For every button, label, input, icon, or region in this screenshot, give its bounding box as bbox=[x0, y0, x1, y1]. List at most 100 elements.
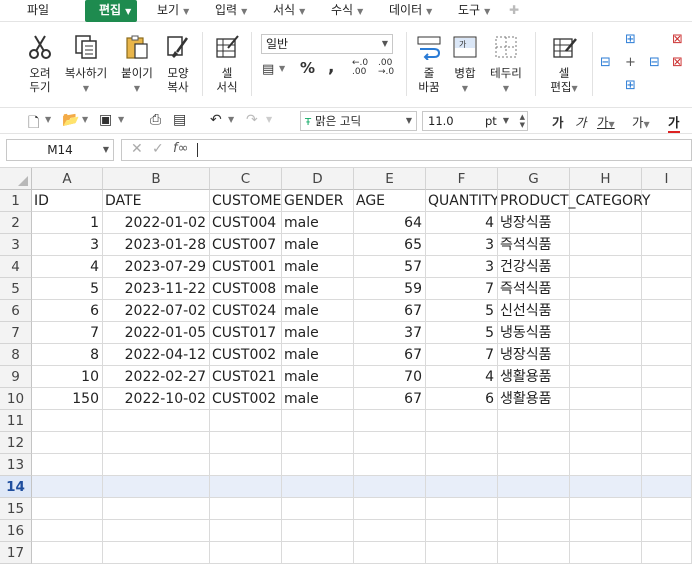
row-header[interactable]: 15 bbox=[0, 498, 32, 520]
cell-c14[interactable] bbox=[210, 476, 282, 498]
cell-d9[interactable]: male bbox=[282, 366, 354, 388]
cell-h4[interactable] bbox=[570, 256, 642, 278]
cell-g10[interactable]: 생활용품 bbox=[498, 388, 570, 410]
cell-a6[interactable]: 6 bbox=[32, 300, 103, 322]
cell-h8[interactable] bbox=[570, 344, 642, 366]
cell-c10[interactable]: CUST002 bbox=[210, 388, 282, 410]
cell-e10[interactable]: 67 bbox=[354, 388, 426, 410]
cell-i14[interactable] bbox=[642, 476, 692, 498]
cell-b10[interactable]: 2022-10-02 bbox=[103, 388, 210, 410]
cell-g9[interactable]: 생활용품 bbox=[498, 366, 570, 388]
cell-d3[interactable]: male bbox=[282, 234, 354, 256]
format-painter-button[interactable]: 모양 복사 bbox=[160, 34, 196, 94]
cell-b8[interactable]: 2022-04-12 bbox=[103, 344, 210, 366]
cell-a14[interactable] bbox=[32, 476, 103, 498]
cell-d1[interactable]: GENDER bbox=[282, 190, 354, 212]
cell-e7[interactable]: 37 bbox=[354, 322, 426, 344]
cell-a8[interactable]: 8 bbox=[32, 344, 103, 366]
row-header[interactable]: 16 bbox=[0, 520, 32, 542]
cell-e3[interactable]: 65 bbox=[354, 234, 426, 256]
cell-d13[interactable] bbox=[282, 454, 354, 476]
cell-b9[interactable]: 2022-02-27 bbox=[103, 366, 210, 388]
row-header[interactable]: 3 bbox=[0, 234, 32, 256]
menu-data[interactable]: 데이터 ▼ bbox=[389, 0, 432, 22]
cell-format-button[interactable]: 셀 서식 bbox=[210, 34, 244, 94]
cell-d4[interactable]: male bbox=[282, 256, 354, 278]
cell-f7[interactable]: 5 bbox=[426, 322, 498, 344]
cell-e17[interactable] bbox=[354, 542, 426, 564]
cell-a17[interactable] bbox=[32, 542, 103, 564]
cell-b3[interactable]: 2023-01-28 bbox=[103, 234, 210, 256]
cell-f6[interactable]: 5 bbox=[426, 300, 498, 322]
select-all-corner[interactable] bbox=[0, 168, 32, 190]
cell-b12[interactable] bbox=[103, 432, 210, 454]
cell-f1[interactable]: QUANTITY bbox=[426, 190, 498, 212]
cell-a13[interactable] bbox=[32, 454, 103, 476]
cell-f9[interactable]: 4 bbox=[426, 366, 498, 388]
cell-h13[interactable] bbox=[570, 454, 642, 476]
cell-e6[interactable]: 67 bbox=[354, 300, 426, 322]
cell-f13[interactable] bbox=[426, 454, 498, 476]
cell-a4[interactable]: 4 bbox=[32, 256, 103, 278]
cell-a12[interactable] bbox=[32, 432, 103, 454]
cell-f10[interactable]: 6 bbox=[426, 388, 498, 410]
row-header[interactable]: 10 bbox=[0, 388, 32, 410]
chevron-down-icon[interactable]: ▼ bbox=[266, 115, 272, 124]
cell-g11[interactable] bbox=[498, 410, 570, 432]
cell-e9[interactable]: 70 bbox=[354, 366, 426, 388]
cell-d10[interactable]: male bbox=[282, 388, 354, 410]
cell-e14[interactable] bbox=[354, 476, 426, 498]
cell-i13[interactable] bbox=[642, 454, 692, 476]
cell-a11[interactable] bbox=[32, 410, 103, 432]
cell-f17[interactable] bbox=[426, 542, 498, 564]
font-family-select[interactable]: Ŧ 맑은 고딕 ▼ bbox=[300, 111, 417, 131]
cell-a2[interactable]: 1 bbox=[32, 212, 103, 234]
copy-button[interactable]: 복사하기 ▼ bbox=[62, 34, 110, 96]
cell-i3[interactable] bbox=[642, 234, 692, 256]
column-header-i[interactable]: I bbox=[642, 168, 692, 190]
cell-e8[interactable]: 67 bbox=[354, 344, 426, 366]
cell-f12[interactable] bbox=[426, 432, 498, 454]
cell-g13[interactable] bbox=[498, 454, 570, 476]
cell-c6[interactable]: CUST024 bbox=[210, 300, 282, 322]
column-header-h[interactable]: H bbox=[570, 168, 642, 190]
font-color-button[interactable]: 가 bbox=[668, 112, 680, 133]
cell-c4[interactable]: CUST001 bbox=[210, 256, 282, 278]
row-header[interactable]: 13 bbox=[0, 454, 32, 476]
cell-h2[interactable] bbox=[570, 212, 642, 234]
cell-i2[interactable] bbox=[642, 212, 692, 234]
chevron-down-icon[interactable]: ▼ bbox=[118, 115, 124, 124]
cancel-icon[interactable]: ✕ bbox=[131, 141, 143, 157]
borders-button[interactable]: 테두리 ▼ bbox=[487, 34, 525, 96]
comma-icon[interactable]: , bbox=[328, 57, 334, 77]
menu-file[interactable]: 파일 bbox=[27, 0, 49, 22]
cell-c15[interactable] bbox=[210, 498, 282, 520]
cell-c2[interactable]: CUST004 bbox=[210, 212, 282, 234]
cell-c13[interactable] bbox=[210, 454, 282, 476]
column-header-g[interactable]: G bbox=[498, 168, 570, 190]
cell-d7[interactable]: male bbox=[282, 322, 354, 344]
cell-h15[interactable] bbox=[570, 498, 642, 520]
row-header[interactable]: 14 bbox=[0, 476, 32, 498]
cell-f2[interactable]: 4 bbox=[426, 212, 498, 234]
cell-h17[interactable] bbox=[570, 542, 642, 564]
cell-c16[interactable] bbox=[210, 520, 282, 542]
cell-f5[interactable]: 7 bbox=[426, 278, 498, 300]
cell-h10[interactable] bbox=[570, 388, 642, 410]
cell-c12[interactable] bbox=[210, 432, 282, 454]
row-header[interactable]: 6 bbox=[0, 300, 32, 322]
cell-b14[interactable] bbox=[103, 476, 210, 498]
cell-a9[interactable]: 10 bbox=[32, 366, 103, 388]
underline-button[interactable]: 가▼ bbox=[597, 112, 615, 131]
row-header[interactable]: 1 bbox=[0, 190, 32, 212]
cell-i6[interactable] bbox=[642, 300, 692, 322]
cell-d16[interactable] bbox=[282, 520, 354, 542]
cell-e12[interactable] bbox=[354, 432, 426, 454]
cell-c7[interactable]: CUST017 bbox=[210, 322, 282, 344]
cell-h9[interactable] bbox=[570, 366, 642, 388]
cell-c11[interactable] bbox=[210, 410, 282, 432]
cell-h3[interactable] bbox=[570, 234, 642, 256]
chevron-down-icon[interactable]: ▼ bbox=[45, 115, 51, 124]
delete-col-icon[interactable]: ⊠ bbox=[672, 55, 683, 70]
print-icon[interactable]: ⎙ bbox=[150, 112, 161, 128]
